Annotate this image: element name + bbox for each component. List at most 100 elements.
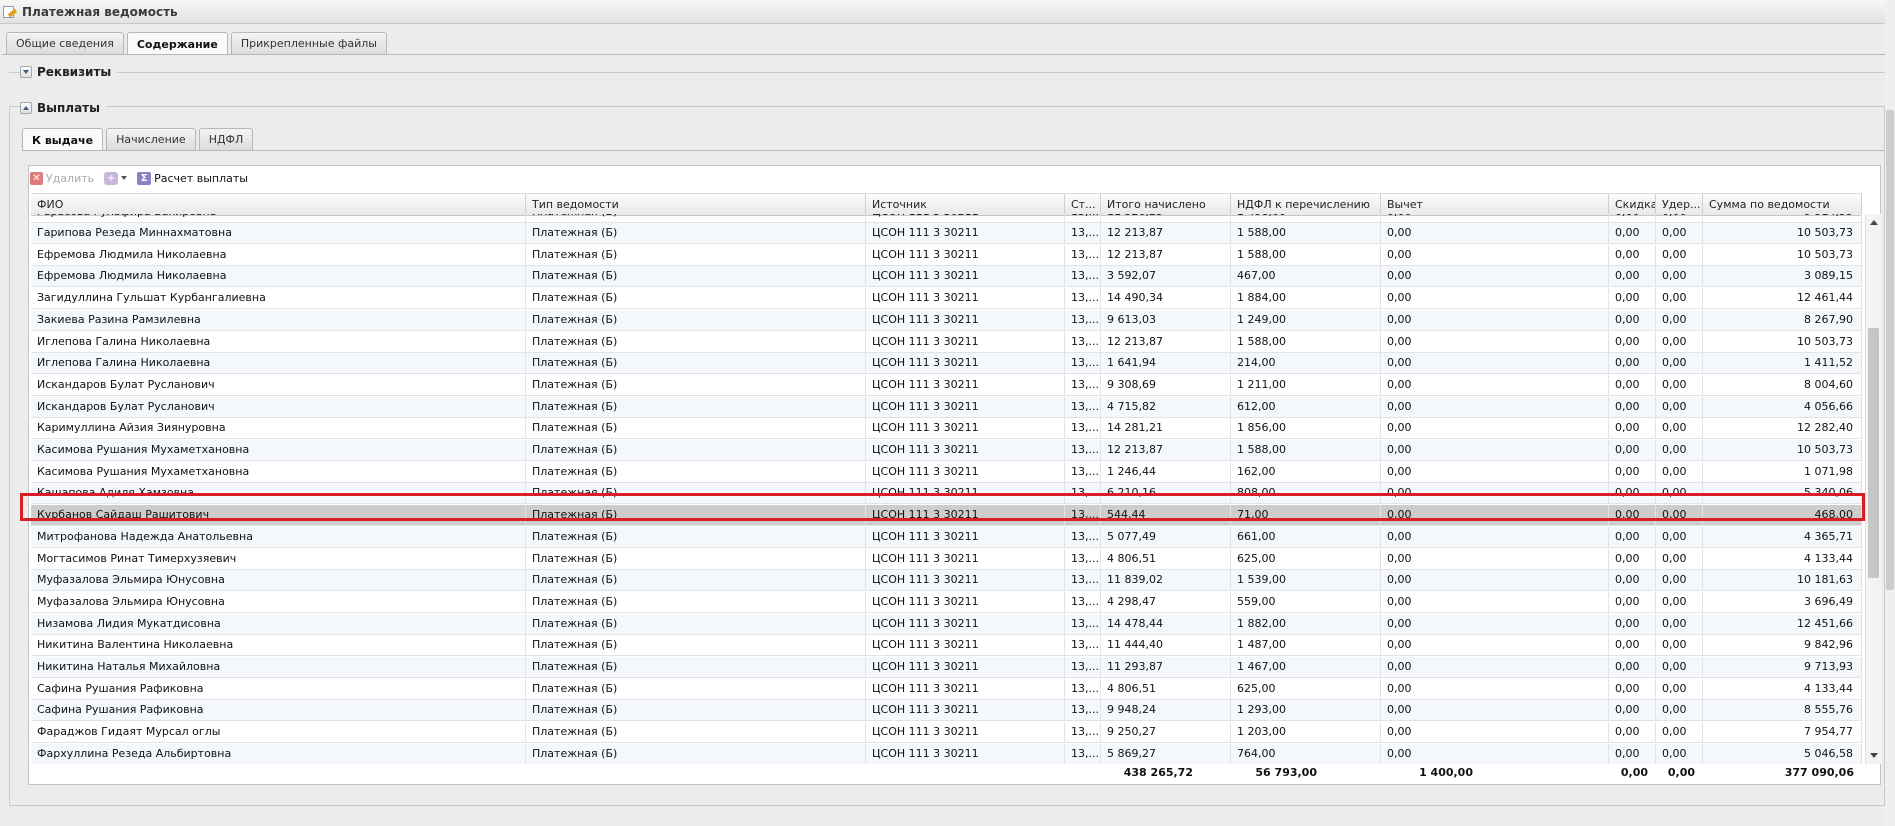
column-header-name[interactable]: ФИО bbox=[31, 194, 526, 215]
table-row[interactable]: Касимова Рушания Мухаметхановна Платежная… bbox=[31, 440, 1862, 461]
table-row[interactable]: Низамова Лидия Мукатдисовна Платежная (Б)… bbox=[31, 613, 1862, 635]
page-scroll-thumb[interactable] bbox=[1886, 110, 1894, 590]
table-row[interactable]: Загидуллина Гульшат Курбангалиевна Платеж… bbox=[31, 288, 1862, 310]
calculate-payment-button[interactable]: Σ Расчет выплаты bbox=[137, 171, 248, 185]
table-row[interactable]: Муфазалова Эльмира Юнусовна Платежная (Б)… bbox=[31, 570, 1862, 592]
cell-accrued: 4 806,51 bbox=[1101, 678, 1231, 700]
cell-name: Никитина Наталья Михайловна bbox=[31, 657, 526, 678]
cell-discount: 0,00 bbox=[1609, 548, 1656, 570]
delete-button[interactable]: ✕ Удалить bbox=[30, 171, 94, 185]
column-header-article[interactable]: Ст... bbox=[1065, 194, 1101, 215]
table-row[interactable]: Ефремова Людмила Николаевна Платежная (Б)… bbox=[31, 244, 1862, 266]
collapse-payments-button[interactable] bbox=[20, 102, 32, 114]
cell-withheld: 0,00 bbox=[1656, 722, 1703, 744]
table-row-selected[interactable]: Курбанов Сайдаш Рашитович Платежная (Б) ЦС… bbox=[31, 505, 1862, 527]
cell-discount: 0,00 bbox=[1609, 214, 1656, 223]
cell-type: Платежная (Б) bbox=[526, 743, 866, 764]
table-row[interactable]: Искандаров Булат Русланович Платежная (Б)… bbox=[31, 374, 1862, 396]
cell-article: 13,... bbox=[1065, 461, 1101, 483]
scroll-up-icon[interactable] bbox=[1870, 220, 1878, 225]
cell-name: Никитина Валентина Николаевна bbox=[31, 635, 526, 657]
cell-name: Гарипова Резеда Миннахматовна bbox=[31, 223, 526, 244]
cell-accrued: 4 715,82 bbox=[1101, 396, 1231, 418]
cell-accrued: 3 592,07 bbox=[1101, 266, 1231, 288]
cell-withheld: 0,00 bbox=[1656, 214, 1703, 223]
grid-scrollbar[interactable] bbox=[1865, 214, 1882, 764]
cell-name: Касимова Рушания Мухаметхановна bbox=[31, 461, 526, 483]
tab-attachments[interactable]: Прикрепленные файлы bbox=[230, 32, 387, 54]
cell-source: ЦСОН 111 3 30211 bbox=[866, 288, 1065, 310]
tab-accrual[interactable]: Начисление bbox=[106, 128, 196, 150]
table-row[interactable]: Никитина Наталья Михайловна Платежная (Б)… bbox=[31, 657, 1862, 678]
cell-deduction: 0,00 bbox=[1381, 214, 1609, 223]
cell-discount: 0,00 bbox=[1609, 353, 1656, 375]
table-row[interactable]: Закиева Разина Рамзилевна Платежная (Б) ЦС… bbox=[31, 309, 1862, 331]
tab-to-issue[interactable]: К выдаче bbox=[22, 128, 104, 151]
cell-source: ЦСОН 111 3 30211 bbox=[866, 223, 1065, 244]
column-header-withheld[interactable]: Удер... bbox=[1656, 194, 1703, 215]
table-row[interactable]: Гарасова Гульфира БакировнаПлатежная (Б)… bbox=[31, 214, 1862, 223]
table-row[interactable]: Митрофанова Надежда Анатольевна Платежная… bbox=[31, 526, 1862, 548]
table-row[interactable]: Фархуллина Резеда Альбиртовна Платежная (… bbox=[31, 743, 1862, 764]
cell-accrued: 14 281,21 bbox=[1101, 418, 1231, 440]
table-row[interactable]: Искандаров Булат Русланович Платежная (Б)… bbox=[31, 396, 1862, 418]
grid-toolbar: ✕ Удалить + Σ Расчет выплаты bbox=[30, 167, 248, 189]
column-header-type[interactable]: Тип ведомости bbox=[526, 194, 866, 215]
cell-accrued: 12 213,87 bbox=[1101, 244, 1231, 266]
cell-sum: 8 004,60 bbox=[1703, 374, 1862, 396]
cell-withheld: 0,00 bbox=[1656, 461, 1703, 483]
table-row[interactable]: Фараджов Гидаят Мурсал оглы Платежная (Б)… bbox=[31, 722, 1862, 744]
cell-type: Платежная (Б) bbox=[526, 244, 866, 266]
table-row[interactable]: Гарипова Резеда Миннахматовна Платежная (… bbox=[31, 223, 1862, 244]
table-row[interactable]: Каримуллина Айзия Зиянуровна Платежная (Б… bbox=[31, 418, 1862, 440]
expand-requisites-button[interactable] bbox=[20, 66, 32, 78]
tab-content[interactable]: Содержание bbox=[126, 32, 228, 55]
cell-name: Низамова Лидия Мукатдисовна bbox=[31, 613, 526, 635]
table-row[interactable]: Могтасимов Ринат Тимерхузяевич Платежная … bbox=[31, 548, 1862, 570]
table-row[interactable]: Никитина Валентина Николаевна Платежная (… bbox=[31, 635, 1862, 657]
cell-source: ЦСОН 111 3 30211 bbox=[866, 214, 1065, 223]
cell-article: 13,... bbox=[1065, 678, 1101, 700]
cell-sum: 10 503,73 bbox=[1703, 244, 1862, 266]
cell-type: Платежная (Б) bbox=[526, 331, 866, 353]
cell-type: Платежная (Б) bbox=[526, 374, 866, 396]
requisites-legend: Реквизиты bbox=[20, 65, 118, 79]
grid-scroll-thumb[interactable] bbox=[1868, 328, 1879, 578]
column-header-deduction[interactable]: Вычет bbox=[1381, 194, 1609, 215]
column-header-source[interactable]: Источник bbox=[866, 194, 1065, 215]
cell-discount: 0,00 bbox=[1609, 440, 1656, 461]
cell-article: 13,... bbox=[1065, 635, 1101, 657]
tab-general[interactable]: Общие сведения bbox=[6, 32, 124, 54]
table-row[interactable]: Касимова Рушания Мухаметхановна Платежная… bbox=[31, 461, 1862, 483]
cell-article: 13,... bbox=[1065, 657, 1101, 678]
table-row[interactable]: Иглепова Галина Николаевна Платежная (Б) Ц… bbox=[31, 353, 1862, 375]
cell-ndfl: 1 498,00 bbox=[1231, 214, 1381, 223]
cell-discount: 0,00 bbox=[1609, 483, 1656, 505]
column-header-discount[interactable]: Скидка bbox=[1609, 194, 1656, 215]
scroll-down-icon[interactable] bbox=[1870, 753, 1878, 758]
column-header-sum[interactable]: Сумма по ведомости bbox=[1703, 194, 1862, 215]
table-row[interactable]: Кашапова Адиля Хамзовна Платежная (Б) ЦСОН… bbox=[31, 483, 1862, 505]
cell-type: Платежная (Б) bbox=[526, 700, 866, 722]
cell-source: ЦСОН 111 3 30211 bbox=[866, 244, 1065, 266]
table-row[interactable]: Сафина Рушания Рафиковна Платежная (Б) ЦСО… bbox=[31, 678, 1862, 700]
cell-type: Платежная (Б) bbox=[526, 570, 866, 592]
cell-accrued: 9 613,03 bbox=[1101, 309, 1231, 331]
cell-article: 13,... bbox=[1065, 570, 1101, 592]
cell-withheld: 0,00 bbox=[1656, 526, 1703, 548]
tab-ndfl[interactable]: НДФЛ bbox=[198, 128, 254, 150]
cell-accrued: 4 298,47 bbox=[1101, 591, 1231, 613]
page-scrollbar[interactable] bbox=[1885, 0, 1895, 826]
table-row[interactable]: Сафина Рушания Рафиковна Платежная (Б) ЦСО… bbox=[31, 700, 1862, 722]
table-row[interactable]: Ефремова Людмила Николаевна Платежная (Б)… bbox=[31, 266, 1862, 288]
cell-deduction: 0,00 bbox=[1381, 396, 1609, 418]
column-header-accrued[interactable]: Итого начислено bbox=[1101, 194, 1231, 215]
cell-deduction: 0,00 bbox=[1381, 591, 1609, 613]
cell-source: ЦСОН 111 3 30211 bbox=[866, 266, 1065, 288]
table-row[interactable]: Иглепова Галина Николаевна Платежная (Б) Ц… bbox=[31, 331, 1862, 353]
cell-source: ЦСОН 111 3 30211 bbox=[866, 353, 1065, 375]
column-header-ndfl[interactable]: НДФЛ к перечислению bbox=[1231, 194, 1381, 215]
table-row[interactable]: Муфазалова Эльмира Юнусовна Платежная (Б)… bbox=[31, 591, 1862, 613]
add-menu-button[interactable]: + bbox=[104, 171, 128, 185]
cell-accrued: 5 077,49 bbox=[1101, 526, 1231, 548]
